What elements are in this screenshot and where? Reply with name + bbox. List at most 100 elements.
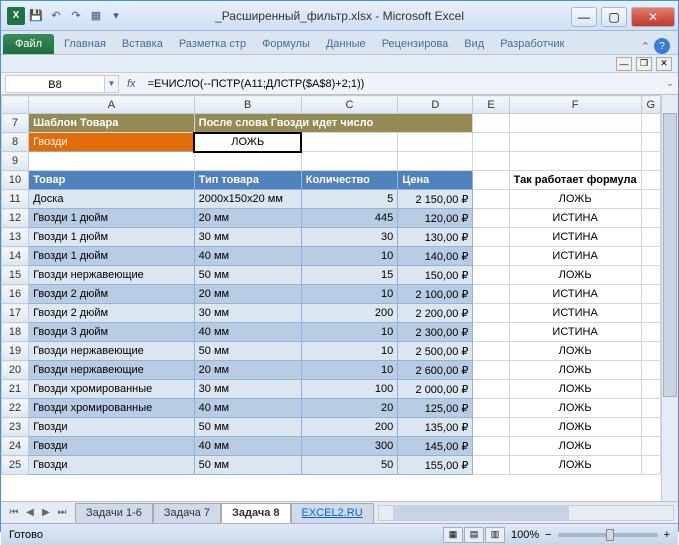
doc-restore-button[interactable]: ❐ [636, 57, 652, 71]
ribbon-tab-1[interactable]: Вставка [114, 34, 171, 54]
cell-G7[interactable] [641, 114, 660, 133]
col-header-C[interactable]: C [301, 96, 397, 114]
formula-input[interactable] [144, 75, 662, 93]
zoom-in-icon[interactable]: + [664, 529, 670, 541]
tab-nav-prev-icon[interactable]: ◀ [23, 507, 37, 518]
vertical-scrollbar[interactable] [661, 95, 678, 501]
cell-B11[interactable]: 2000х150х20 мм [194, 190, 301, 209]
save-icon[interactable]: 💾 [27, 7, 45, 25]
ribbon-tab-6[interactable]: Вид [456, 34, 492, 54]
doc-close-button[interactable]: ✕ [656, 57, 672, 71]
sheet-tab-2[interactable]: Задача 8 [221, 503, 291, 523]
cell-C12[interactable]: 445 [301, 209, 397, 228]
cell-F20[interactable]: ЛОЖЬ [509, 361, 641, 380]
ribbon-tab-7[interactable]: Разработчик [492, 34, 572, 54]
col-header-F[interactable]: F [509, 96, 641, 114]
tab-nav-next-icon[interactable]: ▶ [39, 507, 53, 518]
cell-A15[interactable]: Гвозди нержавеющие [29, 266, 195, 285]
sheet-tab-0[interactable]: Задачи 1-6 [75, 503, 153, 523]
cell-F22[interactable]: ЛОЖЬ [509, 399, 641, 418]
cell-A8[interactable]: Гвозди [29, 133, 195, 152]
cell-F15[interactable]: ЛОЖЬ [509, 266, 641, 285]
cell-C21[interactable]: 100 [301, 380, 397, 399]
view-page-layout-icon[interactable]: ▤ [464, 527, 484, 543]
cell-D19[interactable]: 2 500,00 ₽ [398, 342, 473, 361]
ribbon-tab-2[interactable]: Разметка стр [171, 34, 254, 54]
cell-F17[interactable]: ИСТИНА [509, 304, 641, 323]
cell-B8-selected[interactable]: ЛОЖЬ [194, 133, 301, 152]
cell-F21[interactable]: ЛОЖЬ [509, 380, 641, 399]
cell-A25[interactable]: Гвозди [29, 456, 195, 475]
ribbon-tab-5[interactable]: Рецензирова [374, 34, 457, 54]
cell-C18[interactable]: 10 [301, 323, 397, 342]
cell-D10[interactable]: Цена [398, 171, 473, 190]
qat-dropdown-icon[interactable]: ▾ [107, 7, 125, 25]
cell-B24[interactable]: 40 мм [194, 437, 301, 456]
cell-E7[interactable] [473, 114, 509, 133]
redo-icon[interactable]: ↷ [67, 7, 85, 25]
cell-B19[interactable]: 50 мм [194, 342, 301, 361]
ribbon-tab-3[interactable]: Формулы [254, 34, 318, 54]
cell-A14[interactable]: Гвозди 1 дюйм [29, 247, 195, 266]
cell-A18[interactable]: Гвозди 3 дюйм [29, 323, 195, 342]
cell-A11[interactable]: Доска [29, 190, 195, 209]
vscroll-thumb[interactable] [663, 113, 677, 397]
cell-B23[interactable]: 50 мм [194, 418, 301, 437]
cell-B12[interactable]: 20 мм [194, 209, 301, 228]
col-header-G[interactable]: G [641, 96, 660, 114]
zoom-thumb[interactable] [606, 529, 614, 541]
cell-A7[interactable]: Шаблон Товара [29, 114, 195, 133]
cell-B17[interactable]: 30 мм [194, 304, 301, 323]
cell-D24[interactable]: 145,00 ₽ [398, 437, 473, 456]
file-tab[interactable]: Файл [3, 34, 54, 54]
ribbon-tab-0[interactable]: Главная [56, 34, 114, 54]
col-header-B[interactable]: B [194, 96, 301, 114]
cell-B16[interactable]: 20 мм [194, 285, 301, 304]
doc-minimize-button[interactable]: — [616, 57, 632, 71]
minimize-button[interactable]: — [571, 7, 597, 27]
undo-icon[interactable]: ↶ [47, 7, 65, 25]
zoom-slider[interactable] [558, 533, 658, 537]
sheet-tab-1[interactable]: Задача 7 [153, 503, 221, 523]
cell-B22[interactable]: 40 мм [194, 399, 301, 418]
cell-B18[interactable]: 40 мм [194, 323, 301, 342]
cell-A10[interactable]: Товар [29, 171, 195, 190]
cell-B14[interactable]: 40 мм [194, 247, 301, 266]
sheet-tab-3[interactable]: EXCEL2.RU [291, 503, 374, 523]
cell-F24[interactable]: ЛОЖЬ [509, 437, 641, 456]
cell-D11[interactable]: 2 150,00 ₽ [398, 190, 473, 209]
view-page-break-icon[interactable]: ▥ [485, 527, 505, 543]
cell-C24[interactable]: 300 [301, 437, 397, 456]
cell-D23[interactable]: 135,00 ₽ [398, 418, 473, 437]
cell-F7[interactable] [509, 114, 641, 133]
cell-C14[interactable]: 10 [301, 247, 397, 266]
cell-C19[interactable]: 10 [301, 342, 397, 361]
cell-C11[interactable]: 5 [301, 190, 397, 209]
cell-B15[interactable]: 50 мм [194, 266, 301, 285]
cell-B7[interactable]: После слова Гвозди идет число [194, 114, 473, 133]
col-header-E[interactable]: E [473, 96, 509, 114]
cell-F14[interactable]: ИСТИНА [509, 247, 641, 266]
cell-D16[interactable]: 2 100,00 ₽ [398, 285, 473, 304]
cell-D21[interactable]: 2 000,00 ₽ [398, 380, 473, 399]
formula-bar-expand-icon[interactable]: ⌄ [662, 78, 678, 89]
cell-B20[interactable]: 20 мм [194, 361, 301, 380]
cell-B25[interactable]: 50 мм [194, 456, 301, 475]
cell-A23[interactable]: Гвозди [29, 418, 195, 437]
cell-C23[interactable]: 200 [301, 418, 397, 437]
cell-A13[interactable]: Гвозди 1 дюйм [29, 228, 195, 247]
cell-A16[interactable]: Гвозди 2 дюйм [29, 285, 195, 304]
select-all-corner[interactable] [2, 96, 29, 114]
help-icon[interactable]: ? [654, 38, 670, 54]
cell-C17[interactable]: 200 [301, 304, 397, 323]
cell-D17[interactable]: 2 200,00 ₽ [398, 304, 473, 323]
close-button[interactable]: ✕ [631, 7, 675, 27]
cell-B21[interactable]: 30 мм [194, 380, 301, 399]
cell-C20[interactable]: 10 [301, 361, 397, 380]
cell-C22[interactable]: 20 [301, 399, 397, 418]
cell-F10[interactable]: Так работает формула [509, 171, 641, 190]
cell-F25[interactable]: ЛОЖЬ [509, 456, 641, 475]
col-header-A[interactable]: A [29, 96, 195, 114]
cell-C15[interactable]: 15 [301, 266, 397, 285]
cell-D20[interactable]: 2 600,00 ₽ [398, 361, 473, 380]
